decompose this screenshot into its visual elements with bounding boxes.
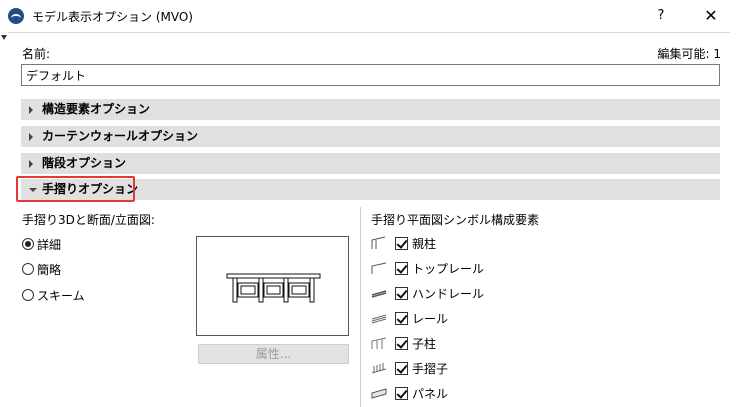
- window-title: モデル表示オプション (MVO): [32, 10, 193, 24]
- checkbox[interactable]: [395, 386, 408, 400]
- check-rail[interactable]: レール: [371, 310, 448, 326]
- check-top-rail[interactable]: トップレール: [371, 260, 484, 276]
- section-structure-options[interactable]: 構造要素オプション: [21, 99, 720, 120]
- expand-arrow-icon: [29, 106, 33, 114]
- title-bar: モデル表示オプション (MVO) ? ✕: [0, 0, 737, 32]
- expand-arrow-icon: [29, 133, 33, 141]
- radio-schematic[interactable]: スキーム: [22, 287, 85, 303]
- check-handrail[interactable]: ハンドレール: [371, 285, 484, 301]
- radio-simplified[interactable]: 簡略: [22, 261, 61, 277]
- app-icon: [8, 8, 24, 24]
- plan-symbol-heading: 手摺り平面図シンボル構成要素: [371, 213, 540, 227]
- section-label: 階段オプション: [42, 156, 127, 170]
- checkbox[interactable]: [395, 336, 408, 350]
- attributes-button[interactable]: 属性...: [198, 344, 349, 364]
- check-post[interactable]: 親柱: [371, 235, 436, 251]
- railing-preview-icon: [226, 273, 321, 303]
- post-symbol-icon: [371, 236, 386, 249]
- name-label: 名前:: [22, 47, 51, 61]
- divider: [8, 32, 730, 33]
- panel-symbol-icon: [371, 388, 387, 399]
- railing-3d-heading: 手摺り3Dと断面/立面図:: [22, 213, 155, 227]
- check-label: トップレール: [412, 261, 485, 276]
- highlight-box: [16, 176, 135, 202]
- radio-button[interactable]: [22, 238, 34, 250]
- radio-label: スキーム: [37, 288, 85, 303]
- check-panel[interactable]: パネル: [371, 385, 448, 401]
- check-label: 親柱: [412, 236, 437, 251]
- check-label: ハンドレール: [412, 286, 485, 301]
- handrail-symbol-icon: [371, 290, 387, 298]
- expand-arrow-icon: [29, 160, 33, 168]
- radio-detailed[interactable]: 詳細: [22, 236, 61, 252]
- check-label: 子柱: [412, 336, 437, 351]
- railing-preview: [196, 236, 349, 336]
- check-label: パネル: [412, 386, 449, 401]
- section-label: 構造要素オプション: [42, 102, 151, 116]
- radio-button[interactable]: [22, 289, 34, 301]
- checkbox[interactable]: [395, 261, 408, 275]
- rail-symbol-icon: [371, 314, 387, 324]
- collapse-arrow-icon[interactable]: [1, 35, 7, 40]
- check-label: レール: [412, 311, 449, 326]
- close-button[interactable]: ✕: [696, 5, 726, 27]
- top-rail-symbol-icon: [371, 262, 387, 274]
- baluster-symbol-icon: [371, 363, 387, 374]
- section-curtain-wall-options[interactable]: カーテンウォールオプション: [21, 126, 720, 147]
- section-stair-options[interactable]: 階段オプション: [21, 153, 720, 174]
- name-field[interactable]: [21, 64, 720, 86]
- checkbox[interactable]: [395, 236, 408, 250]
- radio-label: 簡略: [37, 262, 62, 277]
- checkbox[interactable]: [395, 361, 408, 375]
- check-label: 手摺子: [412, 361, 449, 376]
- section-label: カーテンウォールオプション: [42, 129, 199, 143]
- radio-label: 詳細: [37, 237, 62, 252]
- checkbox[interactable]: [395, 311, 408, 325]
- checkbox[interactable]: [395, 286, 408, 300]
- inner-post-symbol-icon: [371, 337, 387, 349]
- radio-button[interactable]: [22, 263, 34, 275]
- divider: [360, 207, 361, 407]
- check-baluster[interactable]: 手摺子: [371, 360, 448, 376]
- help-button[interactable]: ?: [648, 6, 674, 26]
- check-inner-post[interactable]: 子柱: [371, 335, 436, 351]
- editable-count: 編集可能: 1: [657, 47, 722, 61]
